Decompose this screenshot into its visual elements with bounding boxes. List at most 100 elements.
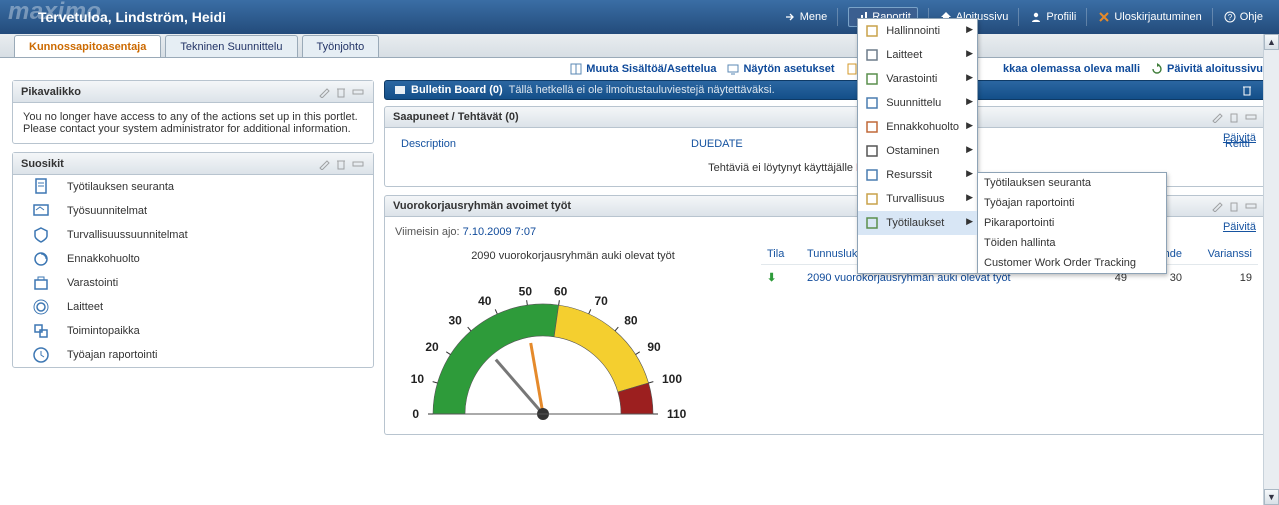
svg-text:90: 90 — [647, 340, 661, 354]
edit-icon[interactable] — [1210, 199, 1224, 213]
portlet-suosikit: Suosikit Työtilauksen seuranta Työsuunni… — [12, 152, 374, 368]
bulletin-icon — [393, 83, 407, 97]
chevron-right-icon: ▶ — [966, 216, 973, 227]
svg-text:10: 10 — [411, 372, 425, 386]
kpi-title: Vuorokorjausryhmän avoimet työt — [393, 200, 571, 212]
svg-text:60: 60 — [554, 284, 568, 298]
kpi-lastrun-link[interactable]: 7.10.2009 7:07 — [463, 226, 536, 238]
pikavalikko-message: You no longer have access to any of the … — [13, 103, 373, 143]
safety-icon — [31, 225, 51, 245]
kpi-var: 19 — [1188, 265, 1258, 291]
warn-icon — [864, 191, 880, 207]
gauge-caption: 2090 vuorokorjausryhmän auki olevat työt — [393, 250, 753, 262]
kpi-refresh-link[interactable]: Päivitä — [1223, 221, 1256, 233]
suosikit-title: Suosikit — [21, 158, 64, 170]
svg-text:40: 40 — [478, 294, 492, 308]
folder-icon — [864, 23, 880, 39]
svg-text:0: 0 — [412, 407, 419, 421]
pikavalikko-title: Pikavalikko — [21, 86, 81, 98]
submenu-item[interactable]: Töiden hallinta — [978, 233, 1166, 253]
topbar-mene[interactable]: Mene — [783, 10, 828, 24]
trash-icon[interactable] — [334, 85, 348, 99]
svg-text:80: 80 — [624, 313, 638, 327]
asset-icon — [31, 297, 51, 317]
trash-icon[interactable] — [334, 157, 348, 171]
menu-item[interactable]: Varastointi▶ — [858, 67, 977, 91]
time-icon — [31, 345, 51, 365]
tasks-title: Saapuneet / Tehtävät (0) — [393, 111, 519, 123]
pm-icon — [31, 249, 51, 269]
gear-icon — [864, 47, 880, 63]
menu-item[interactable]: Resurssit▶ — [858, 163, 977, 187]
chevron-right-icon: ▶ — [966, 120, 973, 131]
submenu-item[interactable]: Customer Work Order Tracking — [978, 253, 1166, 273]
fav-item[interactable]: Työtilauksen seuranta — [13, 175, 373, 199]
inventory-icon — [31, 273, 51, 293]
scroll-up-button[interactable]: ▲ — [1264, 34, 1279, 50]
page-scrollbar[interactable]: ▲ ▼ — [1263, 34, 1279, 505]
fav-item[interactable]: Varastointi — [13, 271, 373, 295]
submenu-item[interactable]: Pikaraportointi — [978, 213, 1166, 233]
menu-item[interactable]: Turvallisuus▶ — [858, 187, 977, 211]
edit-icon[interactable] — [1210, 110, 1224, 124]
menu-item[interactable]: Ostaminen▶ — [858, 139, 977, 163]
action-nayton-asetukset[interactable]: Näytön asetukset — [726, 62, 834, 76]
menu-item[interactable]: Ennakkohuolto▶ — [858, 115, 977, 139]
status-down-icon: ⬇ — [767, 272, 776, 284]
svg-text:?: ? — [1228, 13, 1233, 22]
menu-raportit: Hallinnointi▶Laitteet▶Varastointi▶Suunni… — [857, 18, 978, 274]
fav-item[interactable]: Työsuunnitelmat — [13, 199, 373, 223]
th-varianssi[interactable]: Varianssi — [1188, 244, 1258, 265]
cycle-icon — [864, 119, 880, 135]
tab-tyonjohto[interactable]: Työnjohto — [302, 35, 380, 57]
menu-item[interactable]: Suunnittelu▶ — [858, 91, 977, 115]
tab-kunnossapito[interactable]: Kunnossapitoasentaja — [14, 35, 161, 57]
fav-item[interactable]: Laitteet — [13, 295, 373, 319]
trash-icon[interactable] — [1227, 110, 1241, 124]
th-tila[interactable]: Tila — [761, 244, 801, 265]
workorder-icon — [31, 177, 51, 197]
plan-icon — [31, 201, 51, 221]
fav-item[interactable]: Turvallisuussuunnitelmat — [13, 223, 373, 247]
tab-tekninen[interactable]: Tekninen Suunnittelu — [165, 35, 297, 57]
fav-item[interactable]: Ennakkohuolto — [13, 247, 373, 271]
chevron-right-icon: ▶ — [966, 48, 973, 59]
edit-icon[interactable] — [317, 157, 331, 171]
portlet-pikavalikko: Pikavalikko You no longer have access to… — [12, 80, 374, 144]
display-icon — [726, 62, 740, 76]
bulletin-message: Tällä hetkellä ei ole ilmoitustauluviest… — [509, 84, 775, 96]
collapse-icon[interactable] — [1244, 110, 1258, 124]
users-icon — [864, 167, 880, 183]
menu-item[interactable]: Hallinnointi▶ — [858, 19, 977, 43]
submenu-item[interactable]: Työajan raportointi — [978, 193, 1166, 213]
submenu-item[interactable]: Työtilauksen seuranta — [978, 173, 1166, 193]
col-description[interactable]: Description — [401, 138, 691, 150]
svg-text:20: 20 — [425, 340, 439, 354]
chevron-right-icon: ▶ — [966, 144, 973, 155]
goto-icon — [783, 10, 797, 24]
collapse-icon[interactable] — [351, 157, 365, 171]
svg-text:50: 50 — [519, 284, 533, 298]
collapse-icon[interactable] — [351, 85, 365, 99]
collapse-icon[interactable] — [1244, 199, 1258, 213]
trash-icon[interactable] — [1227, 199, 1241, 213]
menu-item[interactable]: Työtilaukset▶ — [858, 211, 977, 235]
chevron-right-icon: ▶ — [966, 24, 973, 35]
help-icon: ? — [1223, 10, 1237, 24]
scroll-down-button[interactable]: ▼ — [1264, 489, 1279, 505]
box-icon — [864, 71, 880, 87]
action-muuta-sisaltoa[interactable]: Muuta Sisältöä/Asettelua — [569, 62, 716, 76]
menu-item[interactable]: Laitteet▶ — [858, 43, 977, 67]
chevron-right-icon: ▶ — [966, 96, 973, 107]
chevron-right-icon: ▶ — [966, 192, 973, 203]
location-icon — [31, 321, 51, 341]
edit-icon[interactable] — [317, 85, 331, 99]
topbar-ohje[interactable]: ? Ohje — [1223, 10, 1263, 24]
tasks-refresh-link[interactable]: Päivitä — [1223, 132, 1256, 144]
cart-icon — [864, 143, 880, 159]
fav-item[interactable]: Toimintopaikka — [13, 319, 373, 343]
svg-text:100: 100 — [662, 372, 682, 386]
layout-icon — [569, 62, 583, 76]
trash-icon[interactable] — [1240, 83, 1254, 97]
fav-item[interactable]: Työajan raportointi — [13, 343, 373, 367]
